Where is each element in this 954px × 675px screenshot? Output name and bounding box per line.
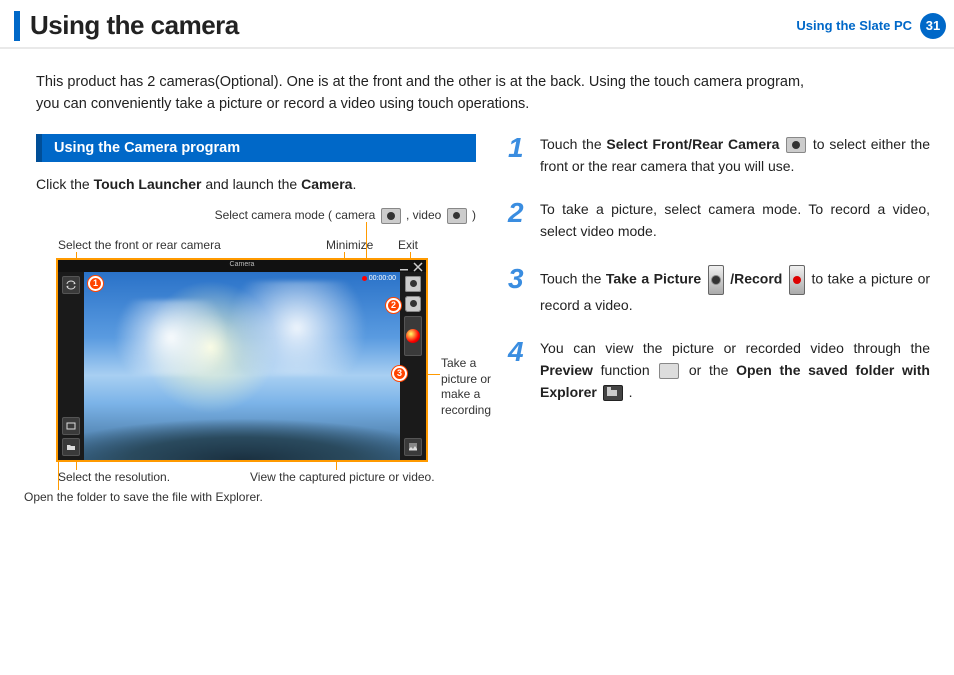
title-accent-bar: [14, 11, 20, 41]
switch-camera-button[interactable]: [62, 276, 80, 294]
preview-icon: [659, 363, 679, 379]
step-body: Touch the Take a Picture /Record to take…: [540, 265, 930, 317]
page-title: Using the camera: [30, 10, 239, 41]
preview-label: Preview: [540, 362, 593, 378]
step-body: To take a picture, select camera mode. T…: [540, 199, 930, 242]
callout-resolution: Select the resolution.: [58, 470, 170, 486]
take-picture-label: Take a Picture: [606, 270, 701, 286]
minimize-button[interactable]: [398, 260, 410, 272]
step-number: 4: [508, 338, 540, 403]
video-mode-icon: [447, 208, 467, 224]
resolution-button[interactable]: [62, 417, 80, 435]
intro-text: This product has 2 cameras(Optional). On…: [36, 71, 930, 116]
text: You can view the picture or recorded vid…: [540, 340, 930, 356]
launch-instruction: Click the Touch Launcher and launch the …: [36, 176, 476, 192]
page-header: Using the camera Using the Slate PC 31: [0, 0, 954, 49]
right-toolbar: [400, 272, 426, 460]
text: .: [352, 176, 356, 192]
marker-2: 2: [386, 298, 401, 313]
step-3: 3 Touch the Take a Picture /Record to ta…: [508, 265, 930, 317]
step-2: 2 To take a picture, select camera mode.…: [508, 199, 930, 242]
callout-view-captured: View the captured picture or video.: [250, 470, 435, 486]
window-body: 00:00:00: [58, 272, 426, 460]
preview-button[interactable]: [404, 438, 422, 456]
record-icon: [789, 265, 805, 295]
switch-camera-icon: [786, 137, 806, 153]
record-indicator-icon: [362, 276, 367, 281]
callout-front-rear: Select the front or rear camera: [58, 238, 221, 254]
columns: Using the Camera program Click the Touch…: [36, 134, 930, 538]
step-number: 2: [508, 199, 540, 242]
title-wrap: Using the camera: [14, 10, 239, 41]
text: , video: [403, 208, 445, 222]
open-folder-button[interactable]: [62, 438, 80, 456]
window-titlebar: Camera: [58, 260, 426, 272]
text: Click the: [36, 176, 94, 192]
content: This product has 2 cameras(Optional). On…: [0, 49, 954, 538]
camera-app-screenshot: Camera: [56, 258, 428, 462]
text: and launch the: [201, 176, 301, 192]
step-4: 4 You can view the picture or recorded v…: [508, 338, 930, 403]
step-body: Touch the Select Front/Rear Camera to se…: [540, 134, 930, 177]
step-1: 1 Touch the Select Front/Rear Camera to …: [508, 134, 930, 177]
camera-mode-icon: [381, 208, 401, 224]
close-button[interactable]: [412, 260, 424, 272]
header-right: Using the Slate PC 31: [796, 13, 954, 39]
camera-label: Camera: [301, 176, 352, 192]
camera-figure: Select camera mode ( camera , video ) Se…: [36, 208, 476, 538]
callout-open-folder: Open the folder to save the file with Ex…: [24, 490, 263, 506]
marker-3: 3: [392, 366, 407, 381]
text: function: [593, 362, 657, 378]
timer-readout: 00:00:00: [369, 275, 396, 282]
select-front-rear-label: Select Front/Rear Camera: [606, 136, 779, 152]
left-column: Using the Camera program Click the Touch…: [36, 134, 476, 538]
text: .: [625, 384, 633, 400]
window-title: Camera: [230, 261, 255, 268]
camera-mode-button[interactable]: [405, 276, 421, 292]
right-column: 1 Touch the Select Front/Rear Camera to …: [508, 134, 930, 538]
text: Touch the: [540, 270, 606, 286]
video-mode-button[interactable]: [405, 296, 421, 312]
text: or the: [681, 362, 736, 378]
folder-icon: [603, 385, 623, 401]
marker-1: 1: [88, 276, 103, 291]
section-name: Using the Slate PC: [796, 18, 912, 33]
subsection-heading: Using the Camera program: [36, 134, 476, 162]
touch-launcher-label: Touch Launcher: [94, 176, 202, 192]
callout-take-picture: Take a picture or make a recording: [441, 356, 511, 418]
callout-select-mode: Select camera mode ( camera , video ): [176, 208, 476, 224]
step-body: You can view the picture or recorded vid…: [540, 338, 930, 403]
text: Touch the: [540, 136, 606, 152]
text: ): [469, 208, 476, 222]
text: Select camera mode ( camera: [215, 208, 379, 222]
shutter-button[interactable]: [404, 316, 422, 356]
step-number: 3: [508, 265, 540, 317]
record-label: Record: [734, 270, 782, 286]
step-number: 1: [508, 134, 540, 177]
take-picture-icon: [708, 265, 724, 295]
page-number: 31: [920, 13, 946, 39]
left-toolbar: [58, 272, 84, 460]
camera-viewfinder: 00:00:00: [84, 272, 400, 460]
callout-exit: Exit: [398, 238, 418, 254]
